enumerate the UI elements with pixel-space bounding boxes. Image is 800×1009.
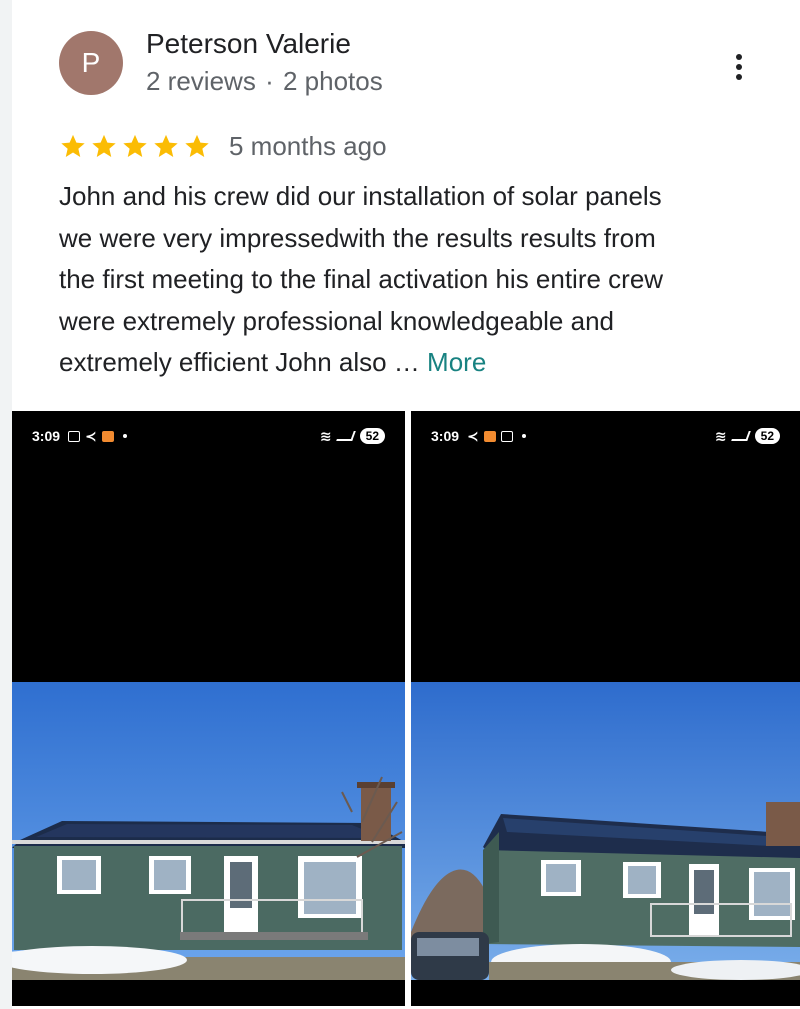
send-icon: ≺ <box>85 427 97 444</box>
review-photo-2[interactable]: 3:09 ≺ ≋ 52 <box>411 411 800 1006</box>
screenshot-icon <box>68 430 81 442</box>
reviewer-meta: 2 reviews · 2 photos <box>146 66 383 97</box>
left-edge-strip <box>0 0 12 1009</box>
house-photo <box>411 682 800 980</box>
app-icon <box>101 430 114 442</box>
app-icon <box>483 430 496 442</box>
review-line: extremely efficient John also … More <box>59 342 789 384</box>
review-line-last: extremely efficient John also … <box>59 347 420 377</box>
signal-icon <box>335 431 356 441</box>
more-options-icon[interactable] <box>726 50 752 84</box>
review-count: 2 reviews <box>146 66 256 96</box>
reviewer-name[interactable]: Peterson Valerie <box>146 28 351 60</box>
review-line: we were very impressedwith the results r… <box>59 222 656 253</box>
review-line: were extremely professional knowledgeabl… <box>59 305 614 336</box>
meta-separator: · <box>265 66 274 96</box>
review-line: the first meeting to the final activatio… <box>59 264 664 294</box>
star-icon <box>183 132 214 160</box>
battery-badge: 52 <box>359 428 385 444</box>
house-photo <box>12 682 405 980</box>
avatar-initial: P <box>81 47 101 78</box>
wifi-icon: ≋ <box>319 427 332 444</box>
notification-dot-icon <box>521 434 526 438</box>
send-icon: ≺ <box>467 427 479 444</box>
star-rating <box>59 132 214 160</box>
wifi-icon: ≋ <box>714 427 727 444</box>
review-text: John and his crew did our installation o… <box>59 176 789 384</box>
phone-status-bar: 3:09 ≺ ≋ 52 <box>12 425 405 447</box>
review-line: John and his crew did our installation o… <box>59 181 662 211</box>
signal-icon <box>730 431 751 441</box>
review-time: 5 months ago <box>229 131 387 161</box>
star-icon <box>121 132 152 160</box>
calendar-icon <box>500 430 513 442</box>
star-icon <box>59 132 90 160</box>
photo-count: 2 photos <box>282 66 383 96</box>
phone-status-bar: 3:09 ≺ ≋ 52 <box>411 425 800 447</box>
review-photo-1[interactable]: 3:09 ≺ ≋ 52 <box>12 411 405 1006</box>
status-clock: 3:09 <box>431 428 460 444</box>
avatar[interactable]: P <box>59 31 123 95</box>
battery-badge: 52 <box>754 428 780 444</box>
star-icon <box>90 132 121 160</box>
star-icon <box>152 132 183 160</box>
more-link[interactable]: More <box>427 347 486 377</box>
notification-dot-icon <box>122 434 127 438</box>
status-clock: 3:09 <box>32 428 61 444</box>
